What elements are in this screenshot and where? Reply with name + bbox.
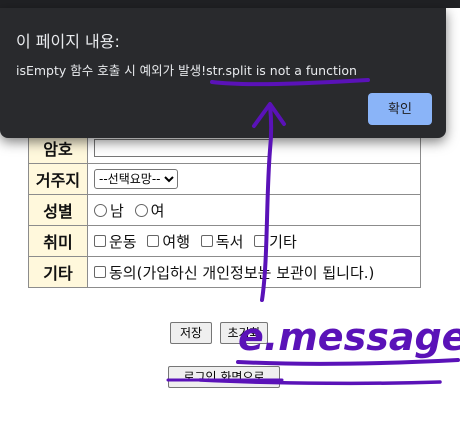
privacy-agree-option[interactable]: 동의(가입하신 개인정보는 보관이 됩니다.) bbox=[94, 262, 374, 283]
dialog-message: isEmpty 함수 호출 시 예외가 발생!str.split is not … bbox=[16, 63, 357, 78]
alert-dialog: 이 페이지 내용: isEmpty 함수 호출 시 예외가 발생!str.spl… bbox=[0, 8, 446, 138]
page-top-strip bbox=[0, 0, 460, 8]
region-label: 거주지 bbox=[28, 163, 88, 195]
privacy-agree-label: 동의(가입하신 개인정보는 보관이 됩니다.) bbox=[109, 263, 375, 282]
radio-icon[interactable] bbox=[94, 203, 107, 217]
radio-icon[interactable] bbox=[134, 203, 148, 217]
checkbox-icon[interactable] bbox=[200, 235, 213, 247]
hobby-option-other[interactable]: 기타 bbox=[254, 231, 297, 252]
hobby-option-reading[interactable]: 독서 bbox=[200, 231, 244, 252]
hobby-option-label: 여행 bbox=[162, 232, 190, 251]
hobby-option-label: 독서 bbox=[215, 232, 244, 251]
gender-option-female[interactable]: 여 bbox=[134, 200, 165, 221]
region-select[interactable]: --선택요망-- bbox=[94, 169, 178, 189]
checkbox-icon[interactable] bbox=[94, 235, 106, 247]
dialog-title: 이 페이지 내용: bbox=[16, 32, 120, 51]
other-label: 기타 bbox=[28, 256, 88, 288]
annotation-text: e.message bbox=[238, 315, 460, 359]
reset-button[interactable]: 초기화 bbox=[220, 322, 268, 344]
gender-option-label: 여 bbox=[150, 201, 165, 220]
checkbox-icon[interactable] bbox=[147, 235, 160, 247]
form-row-hobby: 취미 운동 여행 독서 기타 bbox=[28, 225, 421, 257]
hobby-option-exercise[interactable]: 운동 bbox=[94, 231, 137, 252]
checkbox-icon[interactable] bbox=[94, 266, 106, 278]
annotation-line-upper bbox=[236, 358, 460, 366]
gender-label: 성별 bbox=[28, 194, 88, 226]
browser-page: 암호 거주지 --선택요망-- 성별 남 여 취미 운동 여행 독서 기타 기타… bbox=[0, 0, 460, 425]
form-row-other: 기타 동의(가입하신 개인정보는 보관이 됩니다.) bbox=[28, 256, 421, 288]
checkbox-icon[interactable] bbox=[254, 235, 267, 247]
gender-option-male[interactable]: 남 bbox=[94, 200, 124, 221]
password-input[interactable] bbox=[94, 139, 270, 158]
hobby-option-label: 기타 bbox=[269, 232, 297, 251]
form-row-gender: 성별 남 여 bbox=[28, 194, 421, 226]
login-screen-button[interactable]: 로그인 화면으로 bbox=[168, 366, 280, 388]
signup-form-table: 암호 거주지 --선택요망-- 성별 남 여 취미 운동 여행 독서 기타 기타… bbox=[28, 132, 421, 288]
save-button[interactable]: 저장 bbox=[170, 322, 212, 344]
gender-option-label: 남 bbox=[110, 201, 124, 220]
hobby-option-label: 운동 bbox=[109, 232, 137, 251]
dialog-ok-button[interactable]: 확인 bbox=[368, 93, 432, 125]
hobby-label: 취미 bbox=[28, 225, 88, 257]
hobby-option-travel[interactable]: 여행 bbox=[147, 231, 190, 252]
form-row-region: 거주지 --선택요망-- bbox=[28, 163, 421, 195]
